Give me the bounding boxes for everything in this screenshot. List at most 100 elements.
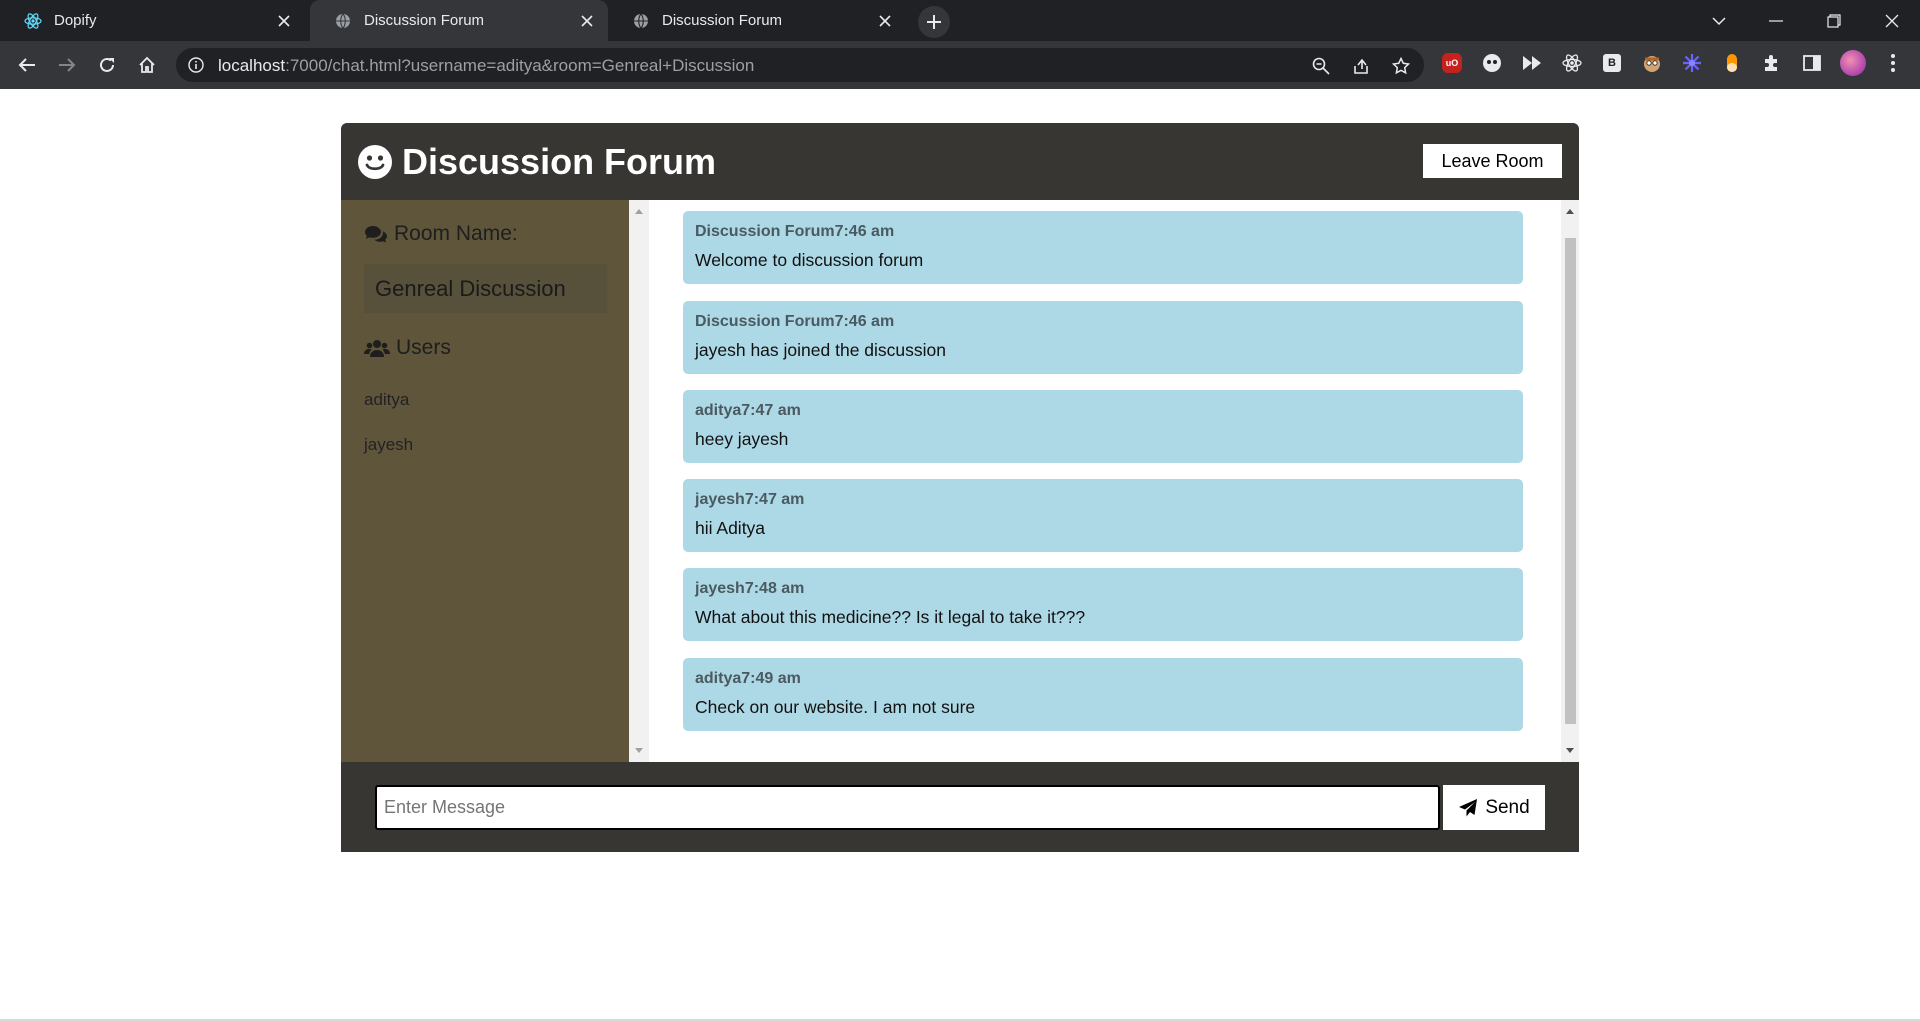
inner-scroll-track[interactable] bbox=[629, 200, 649, 762]
globe-icon bbox=[334, 12, 352, 30]
close-icon bbox=[1885, 14, 1899, 27]
message: aditya7:47 am heey jayesh bbox=[683, 390, 1523, 463]
kebab-menu-icon[interactable] bbox=[1882, 52, 1904, 74]
profile-avatar[interactable] bbox=[1840, 50, 1866, 76]
new-tab-button[interactable] bbox=[918, 6, 950, 38]
cartoon-face-extension-icon[interactable] bbox=[1641, 52, 1663, 74]
reload-button[interactable] bbox=[92, 50, 122, 80]
message-input[interactable] bbox=[375, 785, 1440, 830]
message-text: hii Aditya bbox=[695, 518, 766, 538]
ublock-extension-icon[interactable]: uO bbox=[1442, 53, 1462, 73]
capsule-extension-icon[interactable] bbox=[1721, 52, 1743, 74]
send-button[interactable]: Send bbox=[1443, 785, 1545, 830]
bookmark-star-icon[interactable] bbox=[1390, 55, 1412, 77]
chat-header: Discussion Forum Leave Room bbox=[341, 123, 1579, 200]
message: jayesh7:48 am What about this medicine??… bbox=[683, 568, 1523, 641]
arrow-left-icon bbox=[18, 58, 35, 72]
address-bar[interactable]: localhost:7000/chat.html?username=aditya… bbox=[176, 48, 1424, 82]
home-icon bbox=[139, 56, 155, 73]
message-time: 7:47 am bbox=[744, 491, 805, 508]
user-list-item: jayesh bbox=[364, 435, 414, 454]
message-text: Welcome to discussion forum bbox=[695, 250, 924, 270]
close-icon[interactable] bbox=[578, 12, 596, 30]
scroll-down-arrow[interactable] bbox=[630, 744, 648, 758]
message: jayesh7:47 am hii Aditya bbox=[683, 479, 1523, 552]
message: Discussion Forum7:46 am Welcome to discu… bbox=[683, 211, 1523, 284]
message-meta: jayesh7:47 am bbox=[695, 491, 1511, 509]
send-label: Send bbox=[1485, 796, 1530, 818]
fast-forward-extension-icon[interactable] bbox=[1521, 52, 1543, 74]
room-name: Genreal Discussion bbox=[364, 264, 607, 313]
message-meta: aditya7:47 am bbox=[695, 402, 1511, 420]
url-text[interactable]: localhost:7000/chat.html?username=aditya… bbox=[218, 56, 754, 76]
share-icon[interactable] bbox=[1350, 55, 1372, 77]
minimize-icon bbox=[1769, 19, 1783, 22]
message: Discussion Forum7:46 am jayesh has joine… bbox=[683, 301, 1523, 374]
tab-dopify[interactable]: Dopify bbox=[0, 0, 305, 41]
tab-strip: Dopify Discussion Forum Discussion Forum bbox=[0, 0, 1920, 41]
message-text: Check on our website. I am not sure bbox=[695, 697, 976, 717]
globe-icon bbox=[632, 12, 650, 30]
sidebar: Room Name: Genreal Discussion Users adit… bbox=[341, 200, 629, 762]
side-panel-icon[interactable] bbox=[1801, 52, 1823, 74]
page-title: Discussion Forum bbox=[402, 141, 717, 182]
chevron-down-icon bbox=[1712, 16, 1726, 25]
info-icon[interactable] bbox=[186, 55, 206, 75]
scroll-up-arrow[interactable] bbox=[1561, 204, 1579, 218]
users-heading: Users bbox=[364, 336, 451, 360]
scroll-down-arrow[interactable] bbox=[1561, 744, 1579, 758]
message-time: 7:47 am bbox=[741, 402, 801, 419]
arrow-right-icon bbox=[59, 58, 76, 72]
chat-container: Discussion Forum Leave Room Room Name: G… bbox=[341, 123, 1579, 852]
paper-plane-icon bbox=[1458, 798, 1478, 818]
brand: Discussion Forum bbox=[357, 141, 716, 183]
zoom-icon[interactable] bbox=[1310, 55, 1332, 77]
message-text: What about this medicine?? Is it legal t… bbox=[695, 607, 1086, 627]
react-icon bbox=[24, 12, 42, 30]
message-author: aditya bbox=[695, 670, 742, 687]
smile-icon bbox=[357, 144, 393, 180]
back-button[interactable] bbox=[12, 50, 42, 80]
message-time: 7:48 am bbox=[744, 580, 805, 597]
scroll-up-arrow[interactable] bbox=[630, 204, 648, 218]
message-time: 7:46 am bbox=[834, 313, 895, 330]
plus-icon bbox=[927, 15, 941, 29]
puzzle-icon[interactable] bbox=[1761, 52, 1783, 74]
message-author: jayesh bbox=[695, 580, 745, 597]
room-heading-label: Room Name: bbox=[394, 222, 518, 245]
message-meta: Discussion Forum7:46 am bbox=[695, 313, 1511, 331]
react-devtools-extension-icon[interactable] bbox=[1561, 52, 1583, 74]
browser-toolbar: localhost:7000/chat.html?username=aditya… bbox=[0, 41, 1920, 89]
message-author: jayesh bbox=[695, 491, 745, 508]
restore-button[interactable] bbox=[1808, 0, 1860, 41]
message-meta: Discussion Forum7:46 am bbox=[695, 223, 1511, 241]
restore-icon bbox=[1827, 13, 1841, 28]
message-author: Discussion Forum bbox=[695, 223, 835, 240]
close-icon[interactable] bbox=[876, 12, 894, 30]
scrollbar-thumb[interactable] bbox=[1565, 238, 1576, 724]
tab-search-button[interactable] bbox=[1693, 0, 1745, 41]
tab-title: Discussion Forum bbox=[364, 12, 485, 29]
tab-discussion-forum-active[interactable]: Discussion Forum bbox=[310, 0, 608, 41]
home-button[interactable] bbox=[132, 50, 162, 80]
room-heading: Room Name: bbox=[364, 222, 518, 246]
sparkle-extension-icon[interactable] bbox=[1681, 52, 1703, 74]
message-text: jayesh has joined the discussion bbox=[695, 340, 946, 360]
leave-room-button[interactable]: Leave Room bbox=[1423, 144, 1562, 178]
users-heading-label: Users bbox=[396, 336, 451, 359]
users-icon bbox=[364, 338, 390, 358]
message: aditya7:49 am Check on our website. I am… bbox=[683, 658, 1523, 731]
message-list[interactable]: Discussion Forum7:46 am Welcome to discu… bbox=[629, 200, 1579, 762]
minimize-button[interactable] bbox=[1750, 0, 1802, 41]
b-extension-icon[interactable]: B bbox=[1603, 54, 1621, 72]
message-text: heey jayesh bbox=[695, 429, 789, 449]
close-icon[interactable] bbox=[275, 12, 293, 30]
message-author: aditya bbox=[695, 402, 742, 419]
close-window-button[interactable] bbox=[1866, 0, 1918, 41]
ghost-extension-icon[interactable] bbox=[1481, 52, 1503, 74]
comments-icon bbox=[364, 225, 388, 243]
tab-discussion-forum[interactable]: Discussion Forum bbox=[608, 0, 906, 41]
forward-button[interactable] bbox=[52, 50, 82, 80]
tab-title: Discussion Forum bbox=[662, 12, 783, 29]
tab-title: Dopify bbox=[54, 12, 97, 29]
